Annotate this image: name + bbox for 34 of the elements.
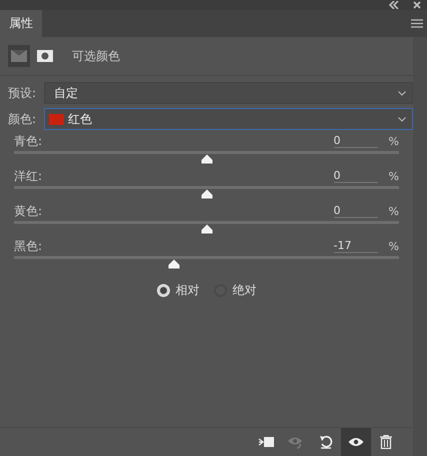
mask-icon — [37, 50, 53, 62]
mode-toggle[interactable] — [8, 45, 30, 67]
close-icon[interactable] — [413, 1, 421, 9]
chevron-icon — [398, 116, 406, 122]
collapse-icon[interactable] — [389, 1, 399, 9]
chevron-icon — [398, 90, 406, 96]
menu-icon[interactable] — [411, 19, 423, 28]
value-field[interactable]: 0 — [334, 204, 378, 218]
field-label: 颜色: — [8, 110, 38, 128]
unit-label: % — [388, 170, 399, 182]
slider-label: 黑色: — [14, 238, 42, 254]
unit-label: % — [388, 134, 399, 148]
value-field[interactable]: -17 — [334, 239, 378, 253]
clip-to-layer-icon — [258, 436, 274, 448]
trash-icon — [380, 435, 392, 449]
panel-tab[interactable]: 属性 — [0, 10, 42, 37]
slider-label: 黄色: — [14, 202, 42, 220]
field-label: 预设: — [8, 84, 38, 102]
dropdown-field[interactable]: 自定 — [44, 82, 413, 104]
panel-title: 可选颜色 — [72, 48, 120, 64]
reset-icon — [319, 435, 333, 449]
slider-label: 青色: — [14, 132, 42, 150]
unit-label: % — [388, 240, 399, 252]
adjustment-icon — [11, 50, 27, 62]
radio-option[interactable]: 绝对 — [214, 282, 256, 299]
toolbar-button[interactable] — [341, 428, 371, 456]
dropdown-field[interactable]: 红色 — [44, 108, 413, 130]
eye-icon — [348, 437, 364, 447]
radio-option[interactable]: 相对 — [156, 282, 200, 299]
unit-label: % — [388, 204, 399, 218]
value-field[interactable]: 0 — [334, 169, 378, 183]
slider-label: 洋红: — [14, 168, 42, 184]
scrollbar-track[interactable] — [413, 37, 427, 456]
value-field[interactable]: 0 — [334, 134, 378, 148]
